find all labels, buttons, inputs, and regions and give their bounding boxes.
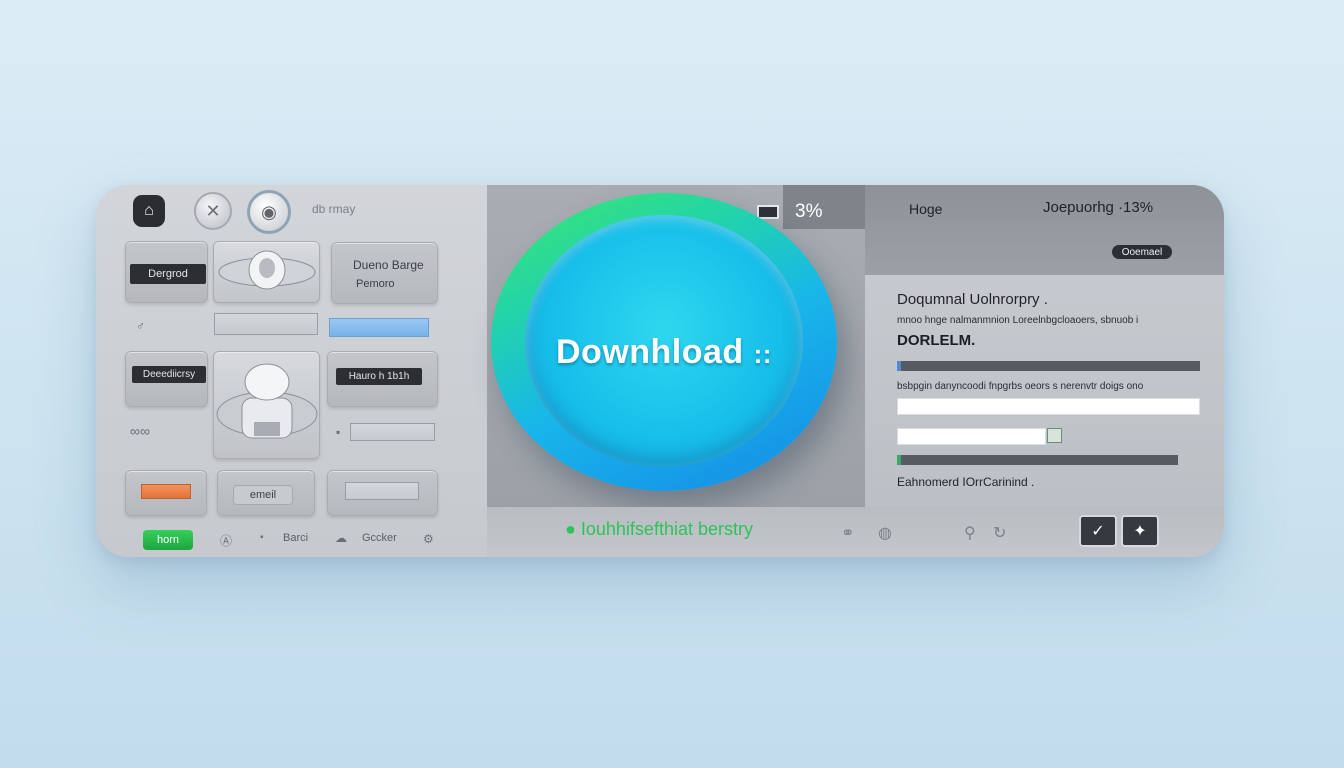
info-panel: Hoge Joepuorhg ·13% Ooemael Doqumnal Uol… (865, 185, 1224, 557)
orange-indicator (141, 484, 191, 499)
cloud-icon[interactable]: ☁ (335, 531, 347, 545)
app-window: ⌂ ✕ ◉ db rmay Dergrod Dueno Barge Pemoro… (96, 185, 1224, 557)
info-description: bsbpgin danyncoodi fnpgrbs oeors s neren… (897, 381, 1144, 392)
progress-percent: 3% (795, 201, 823, 222)
tile-input[interactable] (350, 423, 435, 441)
header-progress: Joepuorhg ·13% (1043, 199, 1154, 216)
tile-input[interactable] (214, 313, 318, 335)
star-button[interactable]: ✦ (1121, 515, 1159, 547)
progress-bar (897, 455, 1178, 465)
tile-subtitle: Pemoro (356, 278, 395, 290)
green-button[interactable]: horn (143, 530, 193, 550)
tile-dueno[interactable] (331, 242, 438, 304)
status-dot-icon: ● (565, 519, 576, 539)
tile-device-2[interactable] (213, 351, 320, 459)
link-icon[interactable]: ⚭ (841, 523, 854, 543)
tile-title: Dueno Barge (353, 258, 424, 272)
tile-label: Dergrod (130, 264, 206, 284)
small-icon: ♂ (136, 319, 145, 333)
download-label: Downhload :: (556, 333, 772, 371)
tile-device-1[interactable] (213, 241, 320, 303)
info-title: Doqumnal Uolnrorpry . (897, 291, 1048, 308)
device-icon (218, 250, 316, 290)
download-button[interactable]: Downhload :: (491, 193, 837, 491)
email-button[interactable]: emeil (233, 485, 293, 505)
at-icon[interactable]: Ⓐ (220, 532, 232, 549)
link-icon: ∞∞ (130, 423, 150, 439)
left-panel: ⌂ ✕ ◉ db rmay Dergrod Dueno Barge Pemoro… (96, 185, 487, 557)
text-input-short[interactable] (897, 428, 1046, 445)
card-icon: ▪ (336, 425, 341, 439)
compass-icon[interactable]: ✕ (194, 192, 232, 230)
progress-bar (897, 361, 1200, 371)
progress-chip-icon (757, 205, 779, 219)
bottom-link[interactable]: Barci (283, 532, 308, 544)
text-input[interactable] (897, 398, 1200, 415)
bottom-link[interactable]: Gccker (362, 532, 397, 544)
status-text: ● Iouhhifsefthiat berstry (565, 519, 753, 539)
download-panel: 3% Downhload :: (487, 185, 865, 557)
info-label: DORLELM. (897, 332, 976, 349)
info-subtitle: mnoo hnge nalmanmnion Loreelnbgcloaoers,… (897, 315, 1139, 326)
robot-icon (216, 363, 318, 439)
gear-icon[interactable]: ⚙ (423, 532, 434, 546)
top-link[interactable]: db rmay (312, 201, 382, 217)
refresh-icon[interactable]: ↻ (993, 523, 1006, 543)
tile-input[interactable] (345, 482, 419, 500)
header-tab[interactable]: Hoge (909, 201, 942, 217)
tile-label: Deeediicrsy (132, 366, 206, 383)
globe-icon[interactable]: ◍ (878, 523, 892, 543)
info-footer: Eahnomerd IOrrCarinind . (897, 475, 1035, 489)
app-icon[interactable]: ⌂ (133, 195, 165, 227)
settings-icon[interactable]: ◉ (247, 190, 291, 234)
share-icon[interactable]: ⚲ (964, 523, 976, 543)
tile-label: Hauro h 1b1h (336, 368, 422, 385)
check-button[interactable]: ✓ (1079, 515, 1117, 547)
header-pill[interactable]: Ooemael (1112, 245, 1172, 259)
dot-icon: ▪ (260, 532, 264, 543)
selected-field[interactable] (329, 318, 429, 337)
input-button[interactable] (1047, 428, 1062, 443)
